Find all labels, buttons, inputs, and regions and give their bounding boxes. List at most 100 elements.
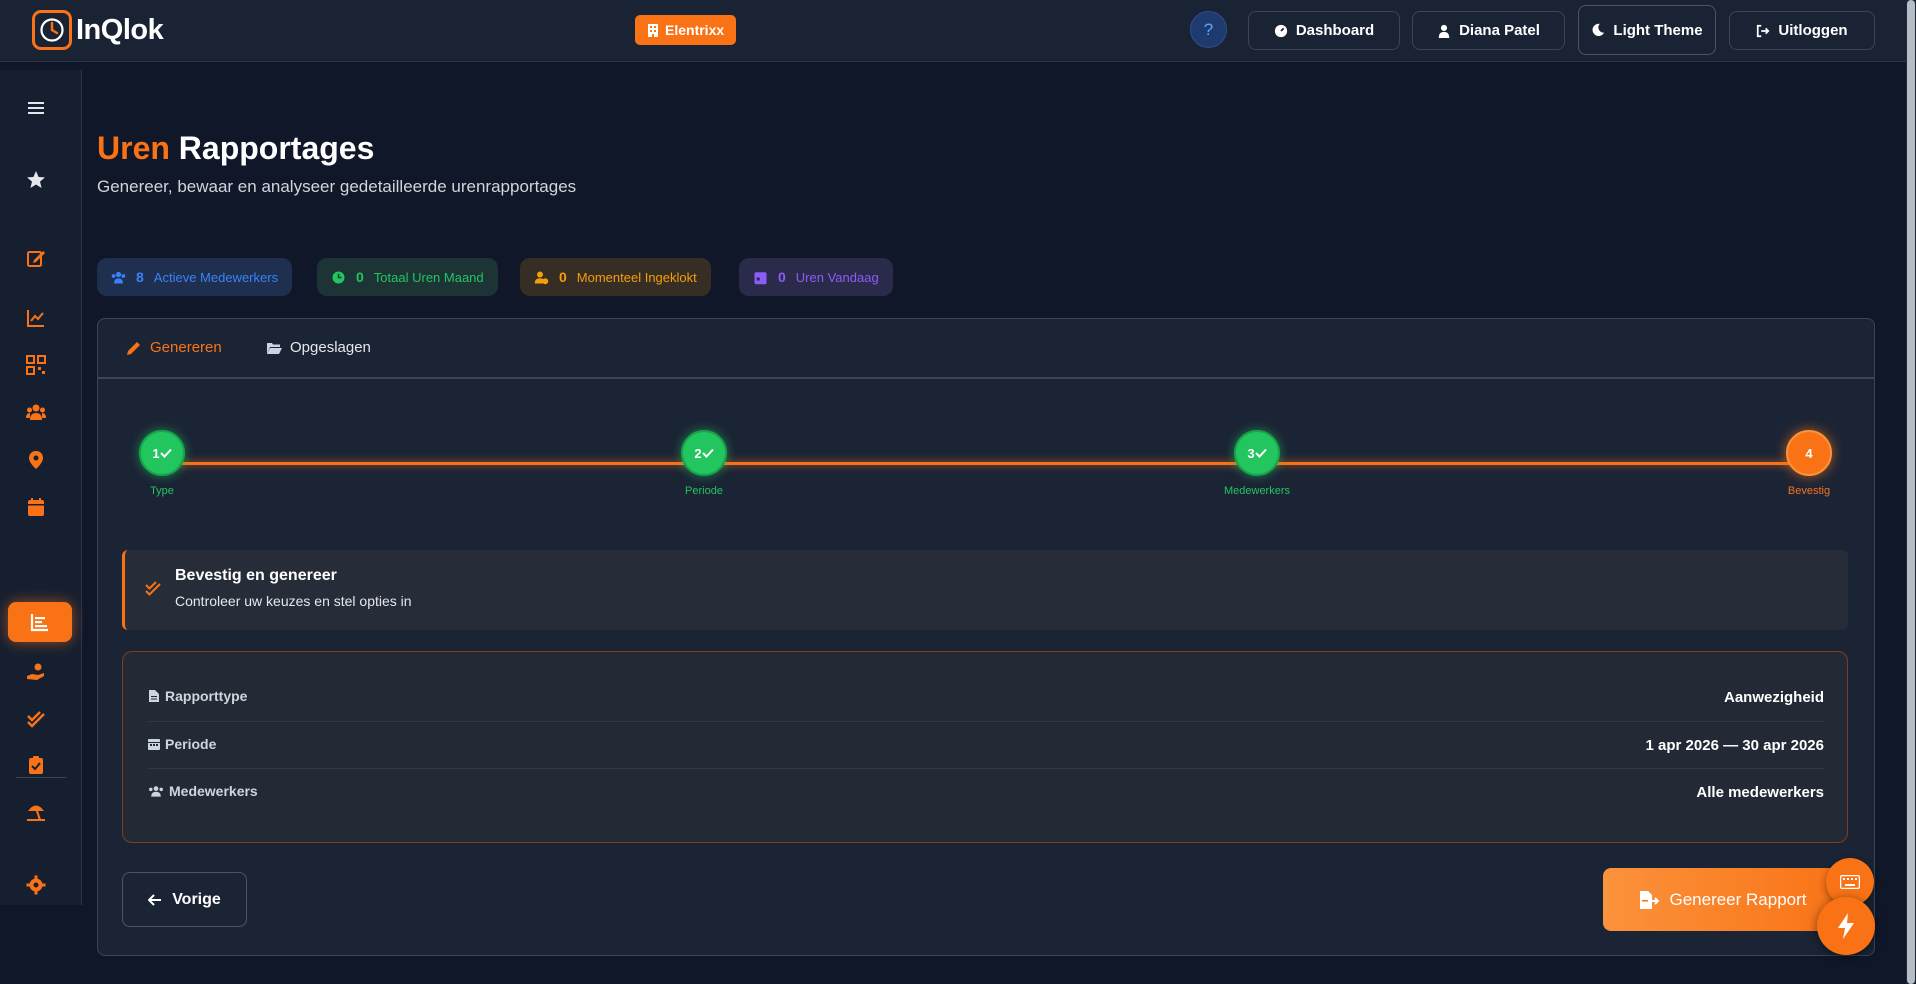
page-subtitle: Genereer, bewaar en analyseer gedetaille… [97,177,577,196]
step-type[interactable]: 1 [139,430,185,476]
step-confirm[interactable]: 4 [1786,430,1832,476]
report-wizard-card: Genereren Opgeslagen [97,318,1875,956]
help-button[interactable]: ? [1190,11,1227,48]
step-label-period: Periode [685,485,723,497]
users-icon [149,786,163,797]
page-title-main: Rapportages [178,130,375,166]
summary-label-text: Medewerkers [169,783,258,799]
summary-row-employees: Medewerkers Alle medewerkers [148,768,1824,815]
summary-label: Medewerkers [148,783,258,799]
stat-label: Momenteel Ingeklokt [576,269,697,285]
tab-label: Opgeslagen [290,339,371,356]
user-name: Diana Patel [1459,22,1540,39]
tab-bar: Genereren Opgeslagen [98,319,1874,379]
summary-row-report-type: Rapporttype Aanwezigheid [148,674,1824,721]
logout-icon [1757,24,1770,37]
gauge-icon [1274,24,1287,37]
folder-open-icon [267,342,282,354]
step-period[interactable]: 2 [681,430,727,476]
arrow-left-icon [148,893,162,906]
clipboard-check-icon[interactable] [24,753,48,777]
tab-generate[interactable]: Genereren [126,339,222,356]
keyboard-icon [1840,875,1860,889]
previous-button[interactable]: Vorige [122,872,247,927]
user-menu-button[interactable]: Diana Patel [1412,11,1565,50]
logout-label: Uitloggen [1778,22,1848,39]
step-number: 1 [152,445,160,461]
scrollbar-thumb[interactable] [1907,0,1915,984]
building-icon [648,23,658,37]
sidebar-divider [16,777,66,778]
lightning-bolt-icon [1838,913,1854,939]
calendar-icon [148,739,160,750]
settings-gear-icon[interactable] [24,873,48,897]
sidebar [0,70,82,905]
step-label-employees: Medewerkers [1223,485,1291,497]
top-bar: InQlok Elentrixx ? Dashboard Diana Patel… [0,0,1906,62]
check-icon [701,448,714,458]
beach-umbrella-icon[interactable] [24,800,48,824]
stat-label: Uren Vandaag [795,269,879,285]
summary-value: Alle medewerkers [1696,784,1824,801]
step-label-type: Type [150,485,174,497]
theme-label: Light Theme [1613,21,1703,39]
step-number: 2 [694,445,702,461]
user-icon [1438,24,1450,38]
dashboard-button[interactable]: Dashboard [1248,11,1400,50]
confirm-subtitle: Controleer uw keuzes en stel opties in [175,593,412,609]
stat-value: 0 [778,269,786,285]
company-name: Elentrixx [665,22,725,38]
menu-icon[interactable] [24,96,48,120]
logout-button[interactable]: Uitloggen [1729,11,1875,50]
step-employees[interactable]: 3 [1234,430,1280,476]
generate-report-button[interactable]: Genereer Rapport [1603,868,1843,931]
check-icon [159,448,172,458]
stat-value: 0 [559,269,567,285]
page-title-accent: Uren [97,130,170,166]
tab-label: Genereren [150,339,222,356]
report-chart-icon [30,614,48,632]
tab-saved[interactable]: Opgeslagen [266,339,371,356]
step-number: 3 [1247,445,1255,461]
double-check-icon[interactable] [24,707,48,731]
theme-toggle-button[interactable]: Light Theme [1578,5,1716,55]
quick-action-button[interactable] [1817,897,1875,955]
report-summary: Rapporttype Aanwezigheid Periode 1 apr 2… [122,651,1848,843]
summary-value: 1 apr 2026 — 30 apr 2026 [1645,737,1824,754]
stat-label: Totaal Uren Maand [373,269,484,285]
qr-code-icon[interactable] [24,353,48,377]
summary-label-text: Periode [165,736,217,752]
generate-label: Genereer Rapport [1669,889,1807,909]
summary-label-text: Rapporttype [165,688,248,704]
file-export-icon [1640,890,1660,909]
summary-value: Aanwezigheid [1723,689,1824,706]
hand-holding-money-icon[interactable] [24,660,48,684]
clock-logo-icon [32,10,72,50]
user-clock-icon [534,271,549,284]
users-icon[interactable] [24,400,48,424]
stat-total-hours-month: 0 Totaal Uren Maand [317,258,498,296]
calendar-icon[interactable] [24,495,48,519]
calendar-day-icon [754,271,767,284]
step-number: 4 [1805,445,1813,461]
app-logo[interactable]: InQlok [32,10,164,50]
dashboard-label: Dashboard [1295,22,1375,39]
page-title: Uren Rapportages [97,130,374,167]
stat-label: Actieve Medewerkers [153,269,279,285]
stat-clocked-in: 0 Momenteel Ingeklokt [520,258,711,296]
previous-label: Vorige [172,890,221,908]
stat-active-employees: 8 Actieve Medewerkers [97,258,293,296]
star-icon[interactable] [24,168,48,192]
users-icon [111,271,126,283]
stat-hours-today: 0 Uren Vandaag [739,258,893,296]
company-badge[interactable]: Elentrixx [635,15,737,45]
chart-line-icon[interactable] [24,306,48,330]
summary-row-period: Periode 1 apr 2026 — 30 apr 2026 [148,721,1824,768]
confirm-title: Bevestig en genereer [175,567,337,584]
sidebar-item-reports[interactable] [8,602,72,642]
edit-icon[interactable] [24,246,48,270]
pencil-icon [127,341,140,355]
moon-icon [1592,23,1605,37]
stepper-progress-line [162,462,1809,465]
location-pin-icon[interactable] [24,448,48,472]
